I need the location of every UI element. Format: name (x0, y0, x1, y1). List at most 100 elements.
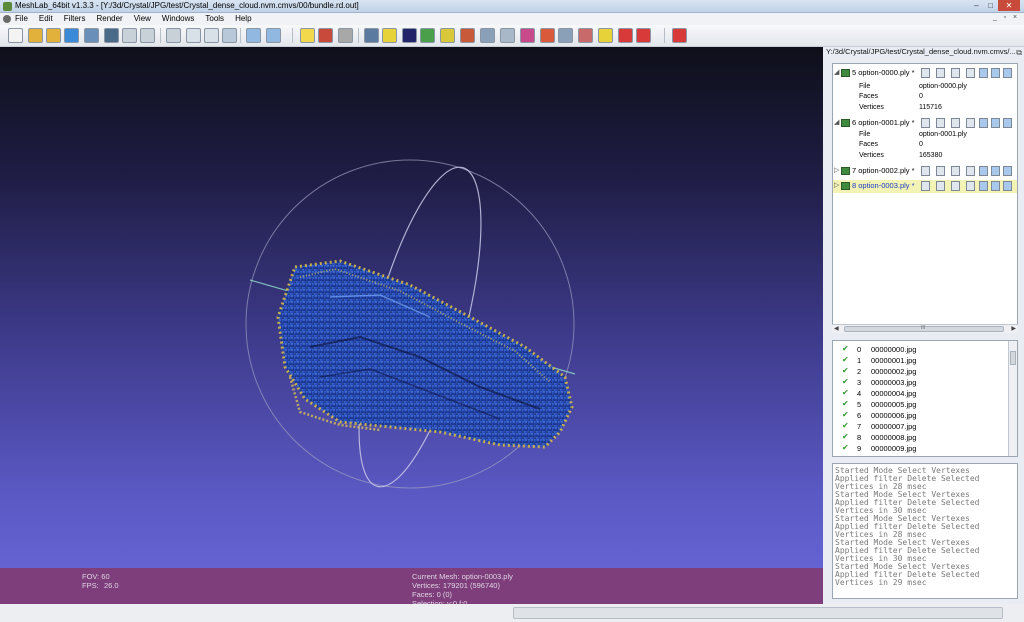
delete-faces-icon[interactable] (672, 28, 687, 43)
menu-tools[interactable]: Tools (205, 14, 224, 23)
lighting-render-icon[interactable] (1003, 166, 1012, 176)
edit-color-icon[interactable] (540, 28, 555, 43)
select-connected-icon[interactable] (520, 28, 535, 43)
close-button[interactable]: ✕ (998, 0, 1020, 11)
check-icon[interactable]: ✔ (842, 432, 849, 441)
scroll-left-icon[interactable]: ◀ (834, 325, 839, 332)
pin-icon[interactable]: ⧉ (1016, 48, 1022, 58)
bbox-render-icon[interactable] (921, 68, 930, 78)
check-icon[interactable]: ✔ (842, 410, 849, 419)
flat-render-icon[interactable] (966, 118, 975, 128)
raster-vertical-scrollbar[interactable] (1008, 341, 1017, 456)
select-vertex-icon[interactable] (480, 28, 495, 43)
bounding-box-icon[interactable] (122, 28, 137, 43)
smooth-render-icon[interactable] (979, 166, 988, 176)
maximize-button[interactable]: □ (984, 0, 997, 11)
paint-icon[interactable] (460, 28, 475, 43)
layer-row-6[interactable]: ◢ 6 option-0001.ply * (833, 117, 1017, 130)
wire-render-icon[interactable] (951, 118, 960, 128)
annotation-icon[interactable] (382, 28, 397, 43)
render-smooth-icon[interactable] (266, 28, 281, 43)
collapse-arrow-icon[interactable]: ◢ (834, 118, 839, 126)
layer-row-7[interactable]: ▷ 7 option-0002.ply * (833, 165, 1017, 178)
collapse-arrow-icon[interactable]: ◢ (834, 68, 839, 76)
raster-row[interactable]: ✔ 9 00000009.jpg (833, 443, 1009, 454)
layer-horizontal-scrollbar[interactable]: ◀ III ▶ (832, 324, 1018, 333)
scrollbar-thumb[interactable]: III (844, 325, 1004, 332)
menu-windows[interactable]: Windows (162, 14, 194, 23)
point-picking-icon[interactable] (558, 28, 573, 43)
texture-render-icon[interactable] (991, 68, 1000, 78)
raster-row[interactable]: ✔ 5 00000005.jpg (833, 399, 1009, 410)
smooth-render-icon[interactable] (979, 181, 988, 191)
raster-row[interactable]: ✔ 10 00000010.jpg (833, 454, 1009, 456)
raster-row[interactable]: ✔ 6 00000006.jpg (833, 410, 1009, 421)
points-render-icon[interactable] (936, 118, 945, 128)
render-hidden-icon[interactable] (222, 28, 237, 43)
snapshot-icon[interactable] (104, 28, 119, 43)
horizontal-scrollbar[interactable] (513, 607, 1003, 619)
menu-render[interactable]: Render (96, 14, 122, 23)
points-render-icon[interactable] (936, 181, 945, 191)
delete-vertices-icon[interactable] (636, 28, 651, 43)
visibility-eye-icon[interactable] (841, 69, 850, 77)
menu-help[interactable]: Help (235, 14, 251, 23)
save-icon[interactable] (84, 28, 99, 43)
open-file-icon[interactable] (28, 28, 43, 43)
wire-render-icon[interactable] (951, 181, 960, 191)
trackball-icon[interactable] (364, 28, 379, 43)
smooth-render-icon[interactable] (979, 118, 988, 128)
check-icon[interactable]: ✔ (842, 344, 849, 353)
flat-render-icon[interactable] (966, 68, 975, 78)
raster-row[interactable]: ✔ 1 00000001.jpg (833, 355, 1009, 366)
raster-row[interactable]: ✔ 4 00000004.jpg (833, 388, 1009, 399)
texture-render-icon[interactable] (991, 166, 1000, 176)
lighting-render-icon[interactable] (1003, 68, 1012, 78)
check-icon[interactable]: ✔ (842, 366, 849, 375)
expand-arrow-icon[interactable]: ▷ (834, 181, 839, 189)
lighting-render-icon[interactable] (1003, 181, 1012, 191)
document-icon[interactable] (3, 15, 11, 23)
measure-icon[interactable] (440, 28, 455, 43)
smooth-render-icon[interactable] (979, 68, 988, 78)
mdi-close-button[interactable]: × (1010, 13, 1020, 23)
layer-row-5[interactable]: ◢ 5 option-0000.ply * (833, 67, 1017, 80)
menu-filters[interactable]: Filters (64, 14, 86, 23)
raster-row[interactable]: ✔ 0 00000000.jpg (833, 344, 1009, 355)
check-icon[interactable]: ✔ (842, 377, 849, 386)
texture-render-icon[interactable] (991, 118, 1000, 128)
align-icon[interactable] (420, 28, 435, 43)
raster-row[interactable]: ✔ 7 00000007.jpg (833, 421, 1009, 432)
visibility-eye-icon[interactable] (841, 182, 850, 190)
raster-row[interactable]: ✔ 8 00000008.jpg (833, 432, 1009, 443)
check-icon[interactable]: ✔ (842, 443, 849, 452)
scroll-right-icon[interactable]: ▶ (1011, 325, 1016, 332)
raster-row[interactable]: ✔ 3 00000003.jpg (833, 377, 1009, 388)
check-icon[interactable]: ✔ (842, 454, 849, 456)
render-box-icon[interactable] (166, 28, 181, 43)
menu-edit[interactable]: Edit (39, 14, 53, 23)
info-icon[interactable] (598, 28, 613, 43)
visibility-eye-icon[interactable] (841, 119, 850, 127)
open-folder-icon[interactable] (46, 28, 61, 43)
points-render-icon[interactable] (936, 166, 945, 176)
bbox-render-icon[interactable] (921, 118, 930, 128)
3d-viewport[interactable] (0, 47, 823, 568)
visibility-eye-icon[interactable] (841, 167, 850, 175)
raster-row[interactable]: ✔ 2 00000002.jpg (833, 366, 1009, 377)
wire-render-icon[interactable] (951, 68, 960, 78)
bbox-render-icon[interactable] (921, 166, 930, 176)
reference-icon[interactable] (578, 28, 593, 43)
texture-render-icon[interactable] (991, 181, 1000, 191)
delete-icon[interactable] (618, 28, 633, 43)
lighting-render-icon[interactable] (1003, 118, 1012, 128)
points-render-icon[interactable] (936, 68, 945, 78)
reload-icon[interactable] (64, 28, 79, 43)
check-icon[interactable]: ✔ (842, 399, 849, 408)
expand-arrow-icon[interactable]: ▷ (834, 166, 839, 174)
select-face-icon[interactable] (500, 28, 515, 43)
flat-render-icon[interactable] (966, 166, 975, 176)
check-icon[interactable]: ✔ (842, 388, 849, 397)
render-wire-icon[interactable] (204, 28, 219, 43)
render-flat-icon[interactable] (246, 28, 261, 43)
